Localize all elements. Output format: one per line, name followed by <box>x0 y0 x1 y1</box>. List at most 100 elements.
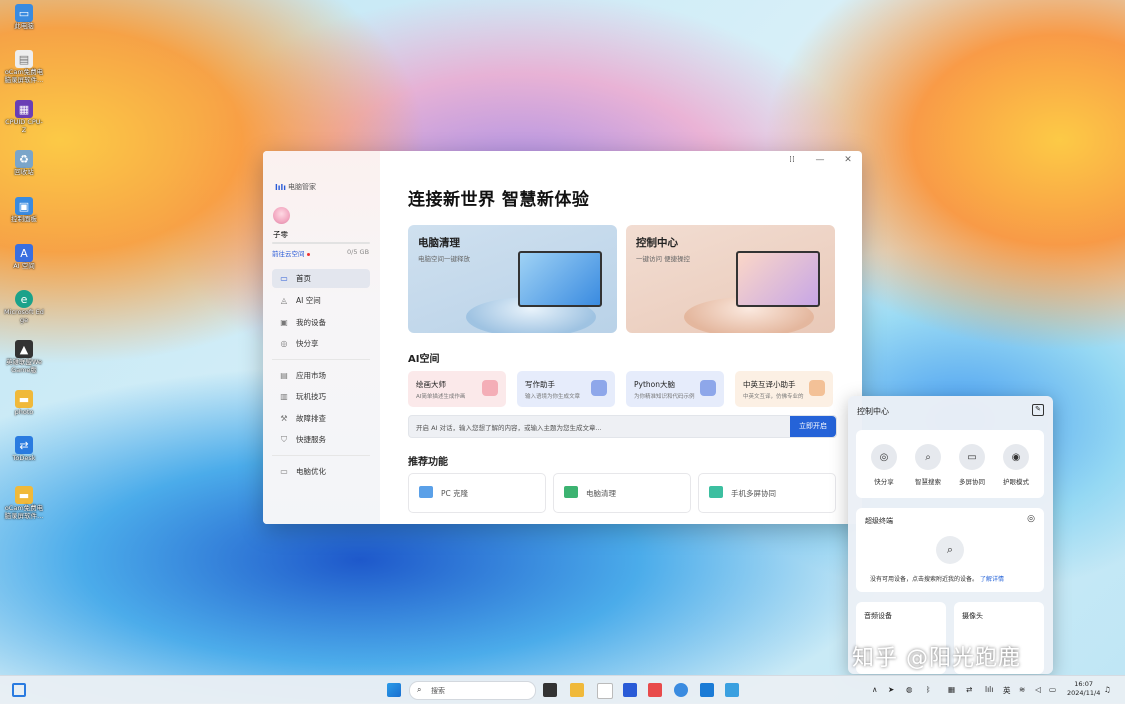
translate-icon <box>809 380 825 396</box>
tray-pc-manager-icon[interactable]: lılı <box>985 685 993 694</box>
desktop-icon-photo[interactable]: ▬ photo <box>4 390 44 416</box>
quick-action-label: 快分享 <box>874 478 894 486</box>
nav-home[interactable]: ▭ 首页 <box>272 269 370 288</box>
clock-time: 16:07 <box>1074 680 1094 688</box>
settings-icon[interactable]: ◎ <box>1027 514 1035 524</box>
start-chat-button[interactable]: 立即开启 <box>790 416 836 437</box>
taskbar-search[interactable]: ⌕ 搜索 <box>409 681 536 700</box>
recommend-label: PC 克隆 <box>441 489 469 498</box>
nav-tips[interactable]: ▥ 玩机技巧 <box>272 387 370 406</box>
desktop-icon-wegame[interactable]: ▲ 英雄联盟WeGame版 <box>4 340 44 374</box>
desktop-icon-ocam-folder[interactable]: ▬ oCam免费电脑录屏软件... <box>4 486 44 520</box>
search-icon[interactable]: ⌕ <box>936 536 964 564</box>
ai-tool-drawing-master[interactable]: 绘画大师 AI简单描述生成作画 <box>408 371 506 407</box>
recommend-pc-clone[interactable]: PC 克隆 <box>408 473 546 513</box>
nav-ai-space[interactable]: ◬ AI 空间 <box>272 291 370 310</box>
devices-icon: ▣ <box>280 318 288 327</box>
tray-transfer-icon[interactable]: ⇄ <box>966 685 972 694</box>
quick-action-multiscreen[interactable]: ▭ 多屏协同 <box>950 444 994 486</box>
widgets-icon[interactable] <box>12 683 26 697</box>
nav-quick-service[interactable]: ⛉ 快捷服务 <box>272 430 370 449</box>
nav-my-devices[interactable]: ▣ 我的设备 <box>272 313 370 332</box>
ai-tool-translator[interactable]: 中英互译小助手 中英文互译，仿佛专业的 <box>735 371 833 407</box>
ai-chat-input[interactable]: 开启 AI 对话，输入您想了解的内容，或输入主题为您生成文章... <box>416 422 602 432</box>
avatar[interactable] <box>273 207 290 224</box>
search-icon: ⌕ <box>417 685 422 694</box>
nav-label: 故障排查 <box>296 414 326 423</box>
ai-tool-title: Python大脑 <box>634 380 675 389</box>
nav-troubleshoot[interactable]: ⚒ 故障排查 <box>272 409 370 428</box>
nav-label: 电脑优化 <box>296 467 326 476</box>
nav-quick-share[interactable]: ◎ 快分享 <box>272 334 370 353</box>
bluetooth-icon[interactable]: ᛒ <box>926 685 931 694</box>
volume-icon[interactable]: ◁ <box>1035 685 1041 694</box>
tray-send-icon[interactable]: ➤ <box>888 685 894 694</box>
audio-devices-title: 音频设备 <box>864 612 892 620</box>
notification-bell-icon[interactable]: ♫ <box>1104 685 1111 694</box>
ai-tool-python-brain[interactable]: Python大脑 为你精准知识和代码示例 <box>626 371 724 407</box>
tray-chevron-icon[interactable]: ∧ <box>872 685 878 694</box>
desktop-icon-ocam-shortcut[interactable]: ▤ oCam免费电脑录屏软件... <box>4 50 44 84</box>
edge-icon: e <box>15 290 33 308</box>
cloud-space-label: 前往云空间 <box>272 250 305 258</box>
nav-label: 快捷服务 <box>296 435 326 444</box>
start-icon[interactable] <box>387 683 401 697</box>
task-view-icon[interactable] <box>543 683 557 697</box>
desktop-icon-recycle-bin[interactable]: ♻ 回收站 <box>4 150 44 176</box>
file-explorer-icon[interactable] <box>570 683 584 697</box>
card-control-center[interactable]: 控制中心 一键访问 便捷操控 <box>626 225 835 333</box>
control-panel-icon: ▣ <box>15 197 33 215</box>
desktop-icon-edge[interactable]: e Microsoft Edge <box>4 290 44 324</box>
laptop-illustration <box>736 251 820 307</box>
cloud-icon[interactable] <box>674 683 688 697</box>
desktop-icon-this-pc[interactable]: ▭ 此电脑 <box>4 4 44 30</box>
nav-app-market[interactable]: ▤ 应用市场 <box>272 366 370 385</box>
quick-action-label: 智慧搜索 <box>915 478 941 486</box>
app-name: 电脑管家 <box>288 183 316 191</box>
ai-tool-subtitle: 为你精准知识和代码示例 <box>634 394 695 400</box>
quick-action-share[interactable]: ◎ 快分享 <box>862 444 906 486</box>
desktop-icon-label: 此电脑 <box>14 22 34 30</box>
desktop-icon-ai-space[interactable]: A AI 空间 <box>4 244 44 270</box>
wifi-icon[interactable]: ≋ <box>1019 685 1025 694</box>
laptop-icon: ▭ <box>280 274 288 283</box>
empty-text: 没有可用设备，点击搜索附近我的设备。 <box>870 576 979 583</box>
card-pc-cleanup[interactable]: 电脑清理 电脑空间一键释放 <box>408 225 617 333</box>
desktop-icon-control-panel[interactable]: ▣ 控制面板 <box>4 197 44 223</box>
cpu-icon: ▦ <box>15 100 33 118</box>
recommend-pc-cleanup[interactable]: 电脑清理 <box>553 473 691 513</box>
clock[interactable]: 16:07 2024/11/4 <box>1067 680 1100 698</box>
tray-app-icon[interactable]: ▦ <box>948 685 955 694</box>
desktop-icon-label: ToDesk <box>12 454 36 462</box>
nav-pc-optimize[interactable]: ▭ 电脑优化 <box>272 462 370 481</box>
notepad-icon[interactable] <box>597 683 613 699</box>
card-title: 控制中心 <box>636 237 678 249</box>
document-icon <box>591 380 607 396</box>
recommend-label: 手机多屏协同 <box>731 489 776 498</box>
desktop-icon-todesk[interactable]: ⇄ ToDesk <box>4 436 44 462</box>
tray-network-icon[interactable]: ◍ <box>906 685 913 694</box>
taskbar: ⌕ 搜索 ∧ ➤ ◍ ᛒ ▦ ⇄ lılı 英 ≋ ◁ ▭ 16:07 2024… <box>0 675 1125 704</box>
ai-tool-title: 绘画大师 <box>416 380 446 389</box>
clock-date: 2024/11/4 <box>1067 689 1101 697</box>
ai-chat-bar[interactable]: 开启 AI 对话，输入您想了解的内容，或输入主题为您生成文章... 立即开启 <box>408 415 837 438</box>
ai-tool-writing-assistant[interactable]: 写作助手 输入语境为你生成文章 <box>517 371 615 407</box>
code-icon <box>700 380 716 396</box>
desktop-icon-cpuz[interactable]: ▦ CPUID CPU-Z <box>4 100 44 134</box>
pc-manager-taskbar-icon[interactable] <box>623 683 637 697</box>
optimize-icon: ▭ <box>280 467 288 476</box>
recommend-multiscreen[interactable]: 手机多屏协同 <box>698 473 836 513</box>
battery-icon[interactable]: ▭ <box>1049 685 1056 694</box>
monitor-app-icon[interactable] <box>725 683 739 697</box>
edit-icon[interactable]: ✎ <box>1032 404 1044 416</box>
cloud-space-link[interactable]: 前往云空间 <box>272 248 310 258</box>
desktop-icon-label: photo <box>14 408 34 416</box>
quick-action-smart-search[interactable]: ⌕ 智慧搜索 <box>906 444 950 486</box>
outlook-icon[interactable] <box>700 683 714 697</box>
app-red-icon[interactable] <box>648 683 662 697</box>
clone-icon <box>419 486 433 498</box>
quick-action-eye-care[interactable]: ◉ 护眼模式 <box>994 444 1038 486</box>
notification-dot <box>306 252 310 256</box>
learn-more-link[interactable]: 了解详情 <box>980 576 1004 583</box>
input-language[interactable]: 英 <box>1003 685 1011 696</box>
